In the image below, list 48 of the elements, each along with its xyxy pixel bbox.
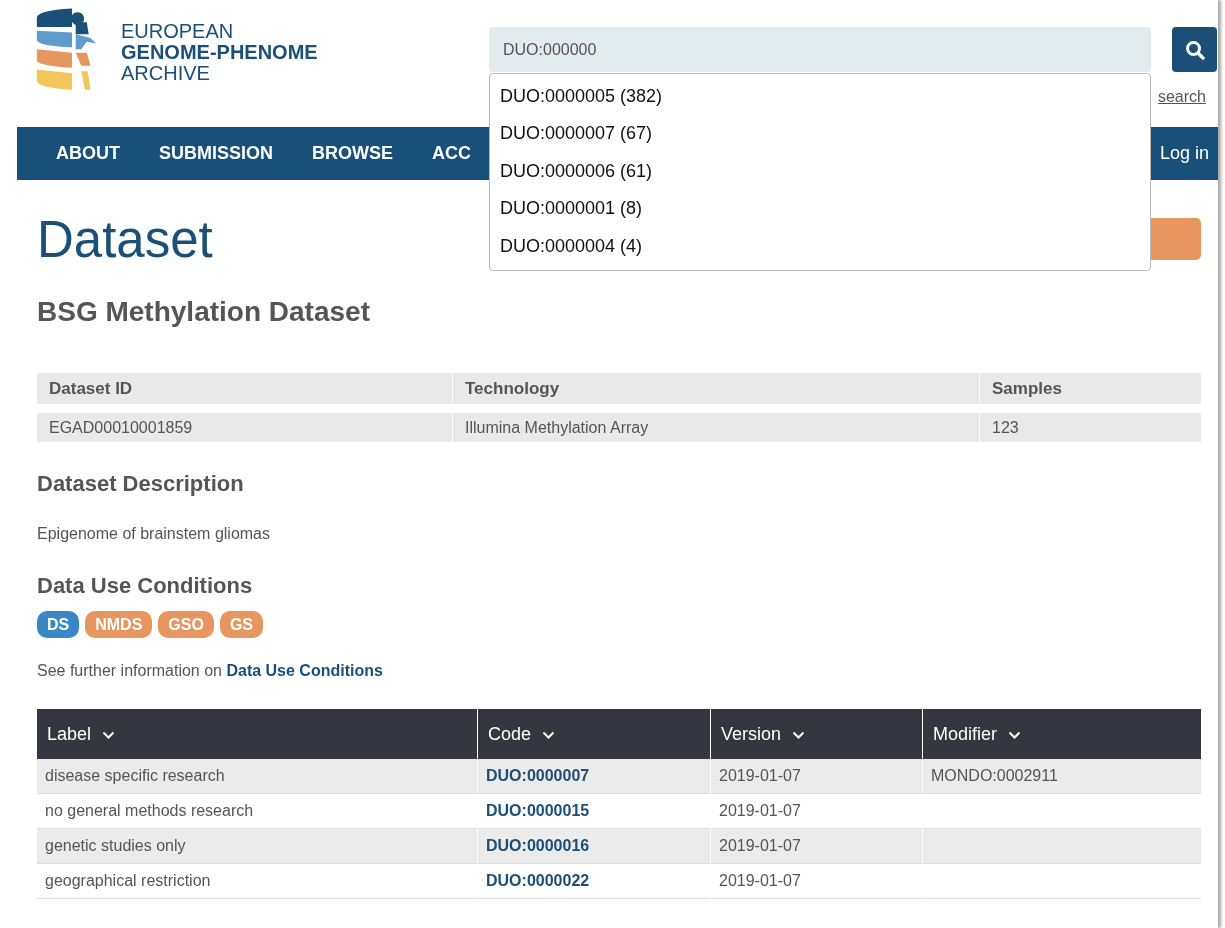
chevron-down-icon (792, 730, 806, 739)
autocomplete-item[interactable]: DUO:0000005 (382) (490, 78, 1150, 116)
code-link[interactable]: DUO:0000022 (486, 872, 590, 889)
table-cell: Illumina Methylation Array (453, 413, 979, 442)
logo-text-line: ARCHIVE (121, 63, 211, 84)
column-header: Dataset ID (37, 373, 452, 404)
table-cell: MONDO:0002911 (923, 759, 1201, 794)
search-icon (1184, 39, 1205, 60)
chevron-down-icon (102, 730, 116, 739)
column-header[interactable]: Code (478, 709, 710, 759)
search-button[interactable] (1172, 27, 1217, 72)
autocomplete-item[interactable]: DUO:0000001 (8) (490, 190, 1150, 228)
page-title: Dataset (37, 210, 213, 269)
nav-item[interactable]: SUBMISSION (159, 143, 273, 164)
chevron-down-icon (1008, 730, 1022, 739)
table-cell: geographical restriction (37, 864, 477, 899)
description-text: Epigenome of brainstem gliomas (37, 525, 271, 543)
logo-text-line: GENOME-PHENOME (121, 42, 318, 63)
nav-item[interactable]: ACC (432, 143, 471, 164)
autocomplete-item[interactable]: DUO:0000004 (4) (490, 227, 1150, 265)
column-header[interactable]: Version (711, 709, 922, 759)
column-header: Samples (980, 373, 1201, 404)
section-heading: Data Use Conditions (37, 573, 254, 599)
column-header[interactable]: Label (37, 709, 477, 759)
column-header[interactable]: Modifier (923, 709, 1201, 759)
login-link[interactable]: Log in (1159, 143, 1218, 164)
condition-badge[interactable]: DS (37, 611, 80, 638)
table-cell: 2019-01-07 (711, 759, 922, 794)
column-header: Technology (453, 373, 979, 404)
logo-text-line: EUROPEAN (121, 21, 235, 42)
code-link[interactable]: DUO:0000015 (486, 802, 590, 819)
search-field[interactable]: DUO:000000 (489, 27, 1151, 72)
table-cell: 123 (980, 413, 1201, 442)
autocomplete-item[interactable]: DUO:0000007 (67) (490, 115, 1150, 153)
table-cell: disease specific research (37, 759, 477, 794)
nav-item[interactable]: BROWSE (312, 143, 393, 164)
table-cell: 2019-01-07 (711, 829, 922, 864)
autocomplete-item[interactable]: DUO:0000006 (61) (490, 152, 1150, 191)
table-cell: genetic studies only (37, 829, 477, 864)
search-link[interactable]: search (1157, 88, 1206, 105)
chevron-down-icon (542, 730, 556, 739)
table-cell: EGAD00010001859 (37, 413, 452, 442)
conditions-link[interactable]: Data Use Conditions (226, 662, 383, 679)
section-heading: Dataset Description (37, 471, 245, 497)
info-text: See further information on (37, 662, 223, 679)
table-cell: 2019-01-07 (711, 864, 922, 899)
dataset-title: BSG Methylation Dataset (37, 296, 371, 328)
nav-item[interactable]: ABOUT (56, 143, 120, 164)
